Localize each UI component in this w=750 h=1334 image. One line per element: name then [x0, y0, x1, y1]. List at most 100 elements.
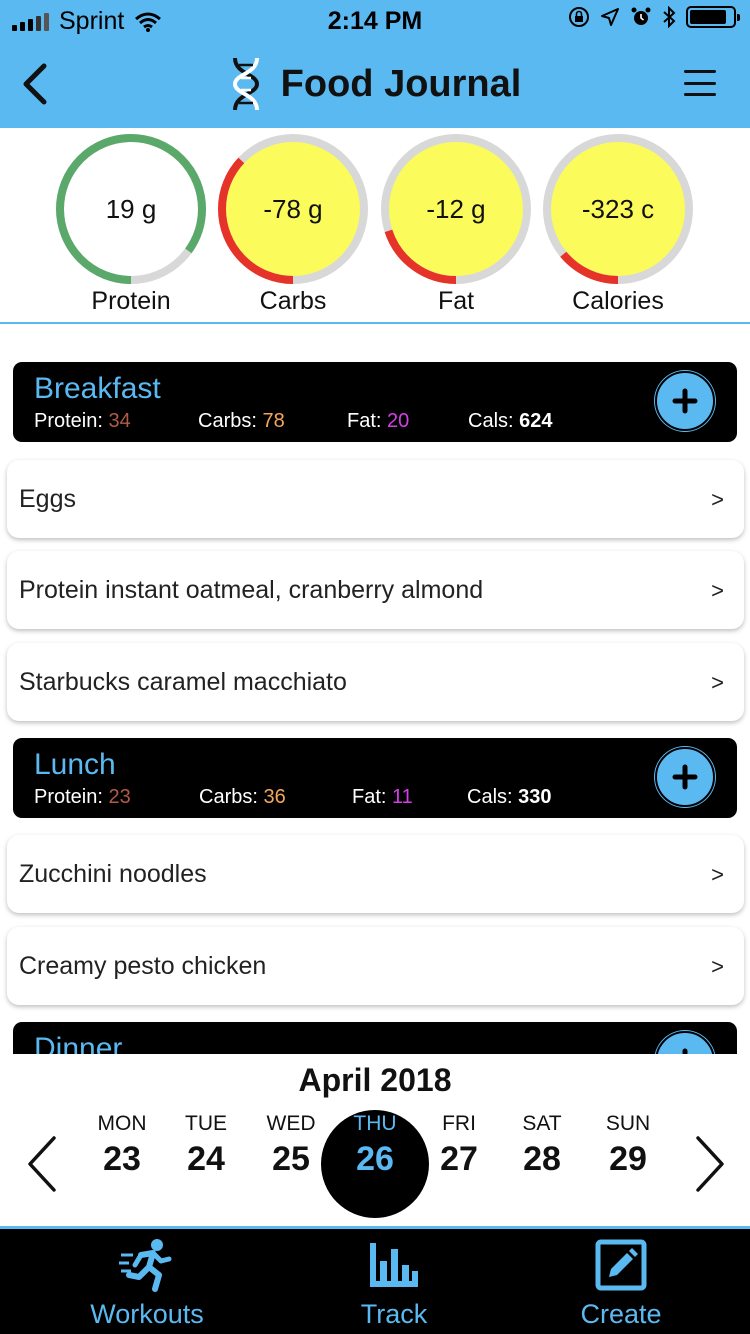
- tab-label: Workouts: [90, 1299, 204, 1329]
- stat-label: Cals:: [468, 410, 514, 432]
- add-food-button[interactable]: [655, 1031, 715, 1054]
- day-name: SUN: [605, 1112, 651, 1135]
- stat-label: Fat:: [352, 786, 387, 808]
- menu-icon[interactable]: [684, 70, 716, 96]
- day-name: THU: [353, 1112, 397, 1135]
- fat-value: 11: [392, 786, 413, 808]
- meal-title: Dinner: [34, 1032, 123, 1054]
- plus-icon: [672, 388, 698, 414]
- calendar-day-selected[interactable]: THU 26: [330, 1112, 420, 1179]
- food-item[interactable]: Creamy pesto chicken >: [7, 927, 744, 1005]
- day-number: 23: [103, 1140, 141, 1178]
- stat-label: Fat:: [347, 410, 382, 432]
- add-food-button[interactable]: [655, 371, 715, 431]
- status-bar: Sprint 2:14 PM: [0, 0, 750, 42]
- ring-label: Fat: [437, 287, 475, 315]
- food-name: Starbucks caramel macchiato: [19, 668, 347, 696]
- ring-carbs: -78 g Carbs: [218, 134, 368, 316]
- protein-value: 23: [108, 786, 131, 808]
- location-icon: [601, 8, 619, 26]
- chevron-right-icon: >: [711, 862, 724, 887]
- day-name: SAT: [522, 1112, 562, 1135]
- calendar-day[interactable]: FRI 27: [414, 1112, 504, 1179]
- tab-label: Create: [580, 1299, 662, 1329]
- ring-label: Calories: [572, 287, 664, 315]
- tab-bar: Workouts Track Create: [0, 1226, 750, 1334]
- stat-label: Protein:: [34, 786, 103, 808]
- stat-label: Protein:: [34, 410, 103, 432]
- stat-label: Carbs:: [199, 786, 258, 808]
- calendar-day[interactable]: SAT 28: [497, 1112, 587, 1179]
- food-item[interactable]: Protein instant oatmeal, cranberry almon…: [7, 551, 744, 629]
- running-person-icon: [119, 1239, 172, 1292]
- chevron-right-icon: >: [711, 670, 724, 695]
- meal-header-lunch: Lunch Protein: 23 Carbs: 36 Fat: 11 Cals…: [13, 738, 737, 818]
- ring-calories: -323 c Calories: [543, 134, 693, 316]
- day-number: 24: [187, 1140, 225, 1178]
- day-number: 26: [356, 1140, 394, 1178]
- food-item[interactable]: Eggs >: [7, 460, 744, 538]
- tab-track[interactable]: Track: [294, 1237, 494, 1330]
- carbs-value: 36: [263, 786, 286, 808]
- chevron-right-icon: >: [711, 487, 724, 512]
- month-label: April 2018: [298, 1062, 452, 1098]
- day-number: 27: [440, 1140, 478, 1178]
- day-number: 25: [272, 1140, 310, 1178]
- day-name: TUE: [185, 1112, 227, 1135]
- chevron-left-icon[interactable]: [22, 1134, 62, 1194]
- carbs-value: 78: [262, 410, 285, 432]
- edit-square-icon: [595, 1239, 647, 1291]
- day-number: 29: [609, 1140, 647, 1178]
- day-name: MON: [97, 1112, 147, 1135]
- chevron-right-icon: >: [711, 954, 724, 979]
- food-name: Creamy pesto chicken: [19, 952, 267, 980]
- chevron-right-icon[interactable]: [690, 1134, 730, 1194]
- food-item[interactable]: Zucchini noodles >: [7, 835, 744, 913]
- food-name: Zucchini noodles: [19, 860, 207, 888]
- meal-header-dinner: Dinner: [13, 1022, 737, 1054]
- ring-value: 19 g: [105, 194, 157, 224]
- calendar-day[interactable]: WED 25: [246, 1112, 336, 1179]
- day-name: WED: [266, 1112, 316, 1135]
- tab-workouts[interactable]: Workouts: [47, 1237, 247, 1330]
- stat-label: Cals:: [467, 786, 513, 808]
- ring-fat: -12 g Fat: [381, 134, 531, 316]
- stat-label: Carbs:: [198, 410, 257, 432]
- meal-list[interactable]: Breakfast Protein: 34 Carbs: 78 Fat: 20 …: [0, 326, 750, 1054]
- ring-value: -323 c: [581, 194, 655, 224]
- cals-value: 330: [518, 786, 552, 808]
- protein-value: 34: [108, 410, 131, 432]
- meal-title: Lunch: [34, 748, 116, 781]
- calendar-day[interactable]: TUE 24: [161, 1112, 251, 1179]
- meal-stats: Protein: 23 Carbs: 36 Fat: 11 Cals: 330: [34, 786, 634, 812]
- orientation-lock-icon: [569, 7, 589, 27]
- battery-icon: [686, 6, 740, 28]
- chevron-right-icon: >: [711, 578, 724, 603]
- fat-value: 20: [387, 410, 410, 432]
- ring-label: Carbs: [259, 287, 327, 315]
- ring-value: -12 g: [426, 194, 486, 224]
- day-name: FRI: [442, 1112, 476, 1135]
- macro-summary: 19 g Protein -78 g Carbs -12 g Fat -323 …: [0, 128, 750, 324]
- meal-stats: Protein: 34 Carbs: 78 Fat: 20 Cals: 624: [34, 410, 634, 436]
- food-item[interactable]: Starbucks caramel macchiato >: [7, 643, 744, 721]
- page-title: Food Journal: [280, 62, 522, 105]
- calendar-day[interactable]: SUN 29: [583, 1112, 673, 1179]
- dna-logo-icon: [232, 57, 259, 111]
- plus-icon: [672, 764, 698, 790]
- cals-value: 624: [519, 410, 553, 432]
- day-number: 28: [523, 1140, 561, 1178]
- meal-header-breakfast: Breakfast Protein: 34 Carbs: 78 Fat: 20 …: [13, 362, 737, 442]
- alarm-icon: [631, 7, 651, 25]
- tab-create[interactable]: Create: [521, 1237, 721, 1330]
- bluetooth-icon: [663, 6, 676, 28]
- ring-label: Protein: [91, 287, 171, 315]
- ring-protein: 19 g Protein: [56, 134, 206, 316]
- ring-value: -78 g: [263, 194, 323, 224]
- calendar-day[interactable]: MON 23: [77, 1112, 167, 1179]
- tab-label: Track: [360, 1299, 428, 1329]
- food-name: Protein instant oatmeal, cranberry almon…: [19, 576, 484, 604]
- meal-title: Breakfast: [34, 372, 161, 405]
- food-name: Eggs: [19, 485, 76, 513]
- add-food-button[interactable]: [655, 747, 715, 807]
